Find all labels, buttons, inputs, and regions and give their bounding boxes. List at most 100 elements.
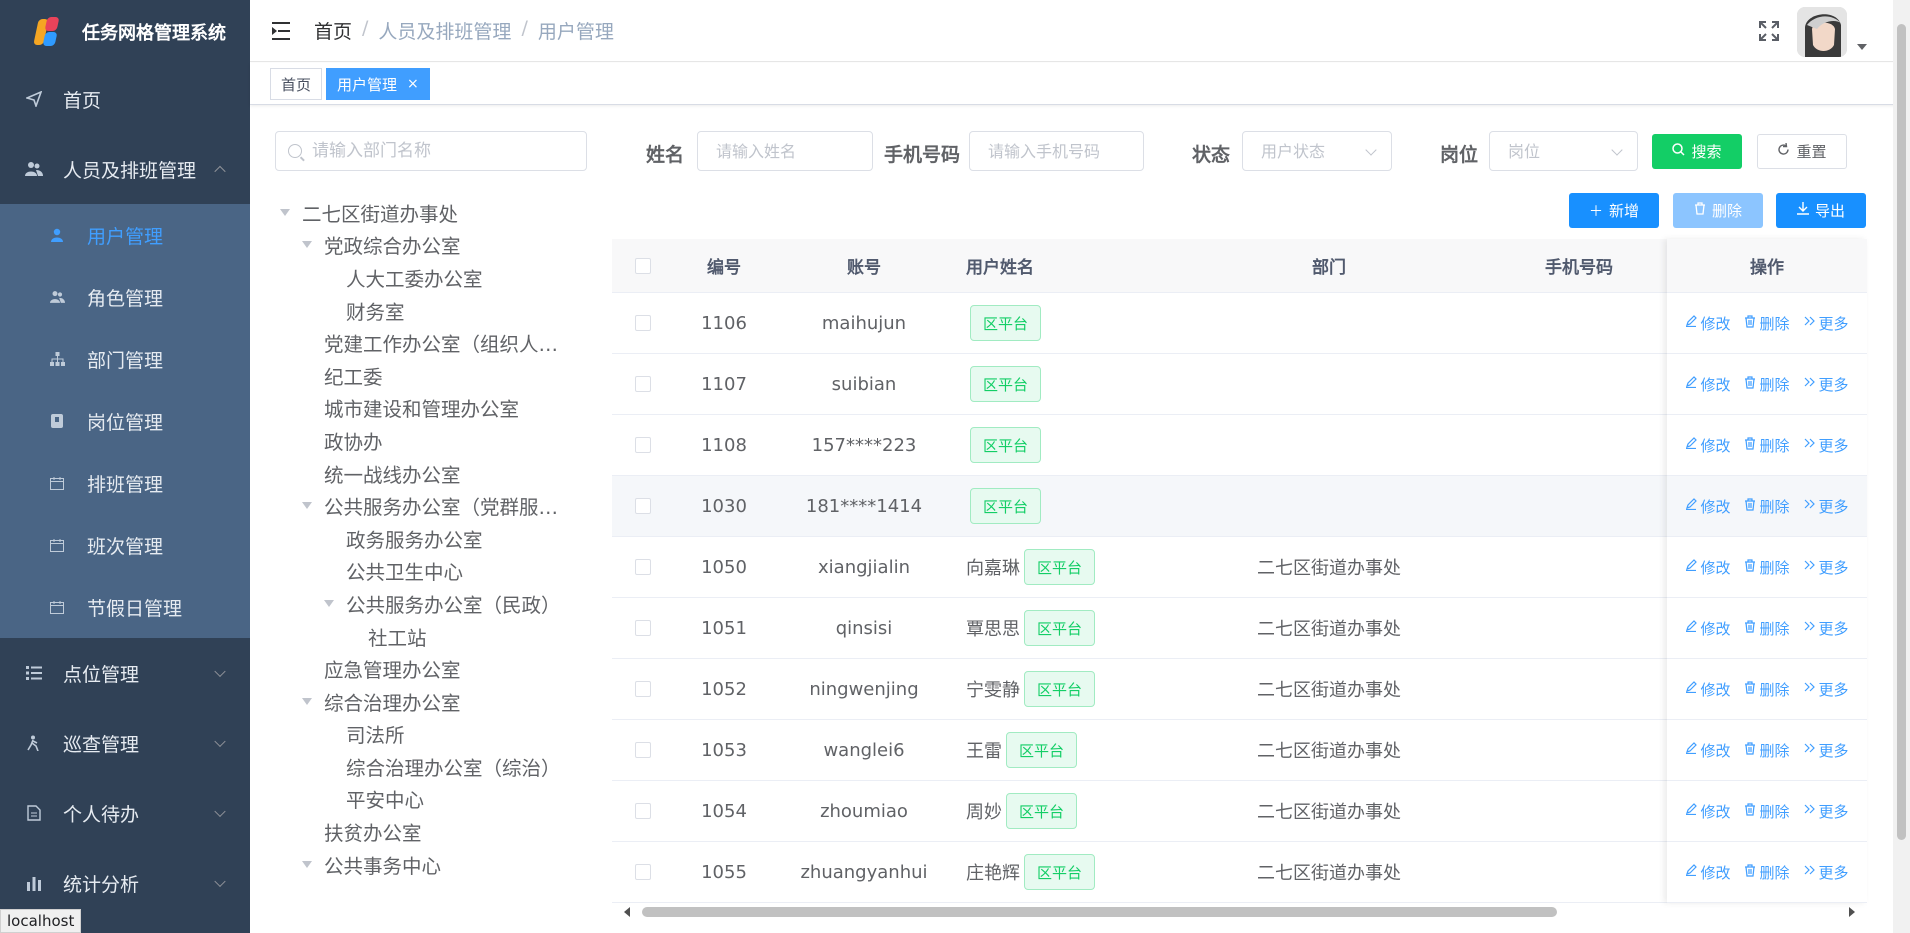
row-checkbox[interactable] xyxy=(635,864,651,880)
tree-node[interactable]: 党政综合办公室 xyxy=(280,229,580,262)
scroll-thumb[interactable] xyxy=(642,907,1557,917)
tree-node[interactable]: 公共卫生中心 xyxy=(280,555,580,588)
sidebar-item-user[interactable]: 用户管理 xyxy=(0,204,250,266)
row-checkbox[interactable] xyxy=(635,315,651,331)
page-vertical-scrollbar[interactable] xyxy=(1893,0,1910,933)
row-checkbox[interactable] xyxy=(635,376,651,392)
export-button[interactable]: 导出 xyxy=(1776,193,1866,228)
menu-todo[interactable]: 个人待办 xyxy=(0,778,250,848)
phone-field[interactable] xyxy=(988,141,1143,161)
edit-link[interactable]: 修改 xyxy=(1685,801,1730,822)
edit-link[interactable]: 修改 xyxy=(1685,496,1730,517)
tree-node[interactable]: 社工站 xyxy=(280,620,580,653)
edit-link[interactable]: 修改 xyxy=(1685,557,1730,578)
sidebar-item-role[interactable]: 角色管理 xyxy=(0,266,250,328)
more-link[interactable]: 更多 xyxy=(1804,740,1849,761)
more-link[interactable]: 更多 xyxy=(1804,374,1849,395)
caret-down-icon[interactable] xyxy=(302,860,312,868)
more-link[interactable]: 更多 xyxy=(1804,801,1849,822)
sidebar-item-dept[interactable]: 部门管理 xyxy=(0,328,250,390)
tree-node[interactable]: 公共事务中心 xyxy=(280,848,580,881)
caret-down-icon[interactable] xyxy=(302,502,312,510)
row-checkbox[interactable] xyxy=(635,498,651,514)
more-link[interactable]: 更多 xyxy=(1804,679,1849,700)
sidebar-item-post[interactable]: 岗位管理 xyxy=(0,390,250,452)
row-checkbox[interactable] xyxy=(635,742,651,758)
tree-node[interactable]: 综合治理办公室 xyxy=(280,685,580,718)
reset-button[interactable]: 重置 xyxy=(1757,134,1847,169)
select-all-checkbox[interactable] xyxy=(635,257,651,274)
sidebar-item-shift[interactable]: 班次管理 xyxy=(0,514,250,576)
scroll-right-icon[interactable] xyxy=(1849,907,1855,917)
delete-link[interactable]: 删除 xyxy=(1744,679,1790,700)
sidebar-item-schedule[interactable]: 排班管理 xyxy=(0,452,250,514)
delete-link[interactable]: 删除 xyxy=(1744,740,1790,761)
menu-stats[interactable]: 统计分析 xyxy=(0,848,250,918)
tree-node[interactable]: 二七区街道办事处 xyxy=(280,196,580,229)
menu-point[interactable]: 点位管理 xyxy=(0,638,250,708)
row-checkbox[interactable] xyxy=(635,620,651,636)
tree-node[interactable]: 政协办 xyxy=(280,424,580,457)
row-checkbox[interactable] xyxy=(635,559,651,575)
tree-node[interactable]: 平安中心 xyxy=(280,783,580,816)
phone-input[interactable] xyxy=(969,131,1144,171)
delete-link[interactable]: 删除 xyxy=(1744,557,1790,578)
tree-node[interactable]: 应急管理办公室 xyxy=(280,652,580,685)
tree-node[interactable]: 司法所 xyxy=(280,718,580,751)
delete-link[interactable]: 删除 xyxy=(1744,801,1790,822)
tree-node[interactable]: 财务室 xyxy=(280,294,580,327)
post-select[interactable] xyxy=(1489,131,1638,171)
dept-search-field[interactable] xyxy=(312,141,572,161)
delete-link[interactable]: 删除 xyxy=(1744,313,1790,334)
name-input[interactable] xyxy=(697,131,873,171)
edit-link[interactable]: 修改 xyxy=(1685,618,1730,639)
breadcrumb-home[interactable]: 首页 xyxy=(314,17,352,44)
delete-link[interactable]: 删除 xyxy=(1744,374,1790,395)
tree-node[interactable]: 党建工作办公室（组织人… xyxy=(280,326,580,359)
menu-home[interactable]: 首页 xyxy=(0,64,250,134)
name-field[interactable] xyxy=(716,141,872,161)
delete-link[interactable]: 删除 xyxy=(1744,862,1790,883)
tree-node[interactable]: 人大工委办公室 xyxy=(280,261,580,294)
delete-link[interactable]: 删除 xyxy=(1744,435,1790,456)
row-checkbox[interactable] xyxy=(635,681,651,697)
caret-down-icon[interactable] xyxy=(302,697,312,705)
tree-node[interactable]: 纪工委 xyxy=(280,359,580,392)
caret-down-icon[interactable] xyxy=(1857,44,1867,50)
tree-node[interactable]: 公共服务办公室（党群服… xyxy=(280,489,580,522)
menu-patrol[interactable]: 巡查管理 xyxy=(0,708,250,778)
more-link[interactable]: 更多 xyxy=(1804,435,1849,456)
delete-link[interactable]: 删除 xyxy=(1744,496,1790,517)
edit-link[interactable]: 修改 xyxy=(1685,862,1730,883)
status-select[interactable] xyxy=(1242,131,1392,171)
edit-link[interactable]: 修改 xyxy=(1685,679,1730,700)
caret-down-icon[interactable] xyxy=(324,599,334,607)
tree-node[interactable]: 公共服务办公室（民政） xyxy=(280,587,580,620)
more-link[interactable]: 更多 xyxy=(1804,496,1849,517)
edit-link[interactable]: 修改 xyxy=(1685,374,1730,395)
tag-user-management[interactable]: 用户管理 × xyxy=(326,68,430,100)
sidebar-item-holiday[interactable]: 节假日管理 xyxy=(0,576,250,638)
edit-link[interactable]: 修改 xyxy=(1685,435,1730,456)
app-logo[interactable]: 任务网格管理系统 xyxy=(0,0,250,64)
add-button[interactable]: ＋ 新增 xyxy=(1569,193,1659,228)
more-link[interactable]: 更多 xyxy=(1804,313,1849,334)
caret-down-icon[interactable] xyxy=(302,241,312,249)
row-checkbox[interactable] xyxy=(635,803,651,819)
more-link[interactable]: 更多 xyxy=(1804,618,1849,639)
tree-node[interactable]: 城市建设和管理办公室 xyxy=(280,392,580,425)
avatar[interactable] xyxy=(1797,7,1847,57)
more-link[interactable]: 更多 xyxy=(1804,557,1849,578)
delete-link[interactable]: 删除 xyxy=(1744,618,1790,639)
table-horizontal-scrollbar[interactable] xyxy=(612,903,1867,921)
scroll-left-icon[interactable] xyxy=(624,907,630,917)
row-checkbox[interactable] xyxy=(635,437,651,453)
close-icon[interactable]: × xyxy=(407,76,419,92)
more-link[interactable]: 更多 xyxy=(1804,862,1849,883)
dept-search-input[interactable] xyxy=(275,131,587,171)
tag-home[interactable]: 首页 xyxy=(270,68,323,100)
hamburger-icon[interactable] xyxy=(272,21,294,40)
caret-down-icon[interactable] xyxy=(280,208,290,216)
tree-node[interactable]: 综合治理办公室（综治） xyxy=(280,750,580,783)
edit-link[interactable]: 修改 xyxy=(1685,313,1730,334)
